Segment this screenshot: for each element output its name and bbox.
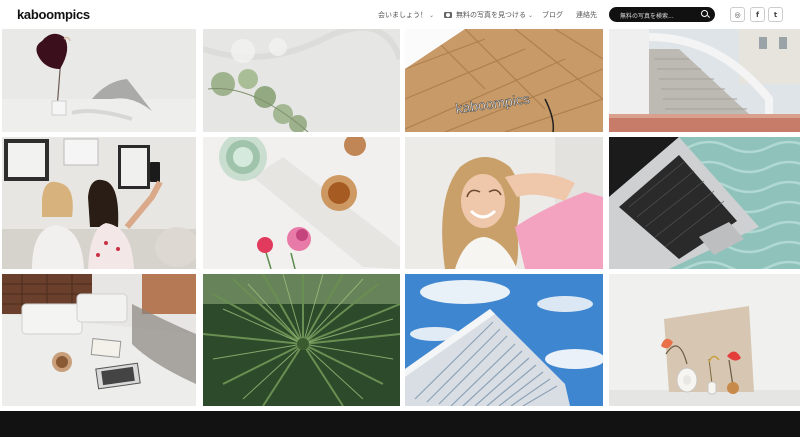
- search-input[interactable]: 無料の写真を検索...: [609, 7, 715, 22]
- nav-find-photos[interactable]: 無料の写真を見つける ⌄: [444, 10, 533, 20]
- chevron-down-icon: ⌄: [429, 12, 435, 19]
- page: kaboompics 会いましょう！ ⌄ 無料の写真を見つける ⌄ ブログ 連絡先 …: [0, 0, 800, 437]
- photo-glass-building[interactable]: [405, 274, 603, 406]
- twitter-icon[interactable]: t: [768, 7, 783, 22]
- photo-red-anthurium[interactable]: [2, 29, 196, 132]
- photo-palace-staircase[interactable]: [609, 29, 800, 132]
- photo-glasses-flowers[interactable]: [203, 137, 400, 269]
- nav-find-photos-label: 無料の写真を見つける: [456, 11, 526, 19]
- photo-vases-flowers[interactable]: [609, 274, 800, 406]
- photo-laptop-knit[interactable]: [609, 137, 800, 269]
- nav-contact[interactable]: 連絡先: [576, 10, 597, 20]
- photo-girls-selfie[interactable]: [2, 137, 196, 269]
- nav-meet-us-label: 会いましょう！: [378, 11, 427, 19]
- footer-bar: [0, 411, 800, 437]
- nav-meet-us[interactable]: 会いましょう！ ⌄: [378, 10, 434, 20]
- photo-palm-leaves[interactable]: [203, 274, 400, 406]
- camera-icon: [444, 12, 452, 18]
- photo-smiling-woman-pink[interactable]: [405, 137, 603, 269]
- photo-bed-breakfast[interactable]: [2, 274, 196, 406]
- photo-eucalyptus-marble[interactable]: [203, 29, 400, 132]
- site-logo-text: kaboompics: [17, 7, 90, 22]
- instagram-icon[interactable]: ◎: [730, 7, 745, 22]
- nav-blog[interactable]: ブログ: [542, 10, 563, 20]
- nav-blog-label: ブログ: [542, 11, 563, 19]
- search-icon[interactable]: [701, 10, 708, 17]
- header-bar: kaboompics 会いましょう！ ⌄ 無料の写真を見つける ⌄ ブログ 連絡先 …: [0, 0, 800, 29]
- photo-kaboompics-neon-sign[interactable]: kaboompics: [405, 29, 603, 132]
- site-logo[interactable]: kaboompics: [17, 7, 90, 22]
- search-placeholder: 無料の写真を検索...: [620, 13, 674, 20]
- nav-contact-label: 連絡先: [576, 11, 597, 19]
- chevron-down-icon: ⌄: [528, 12, 534, 19]
- facebook-icon[interactable]: f: [750, 7, 765, 22]
